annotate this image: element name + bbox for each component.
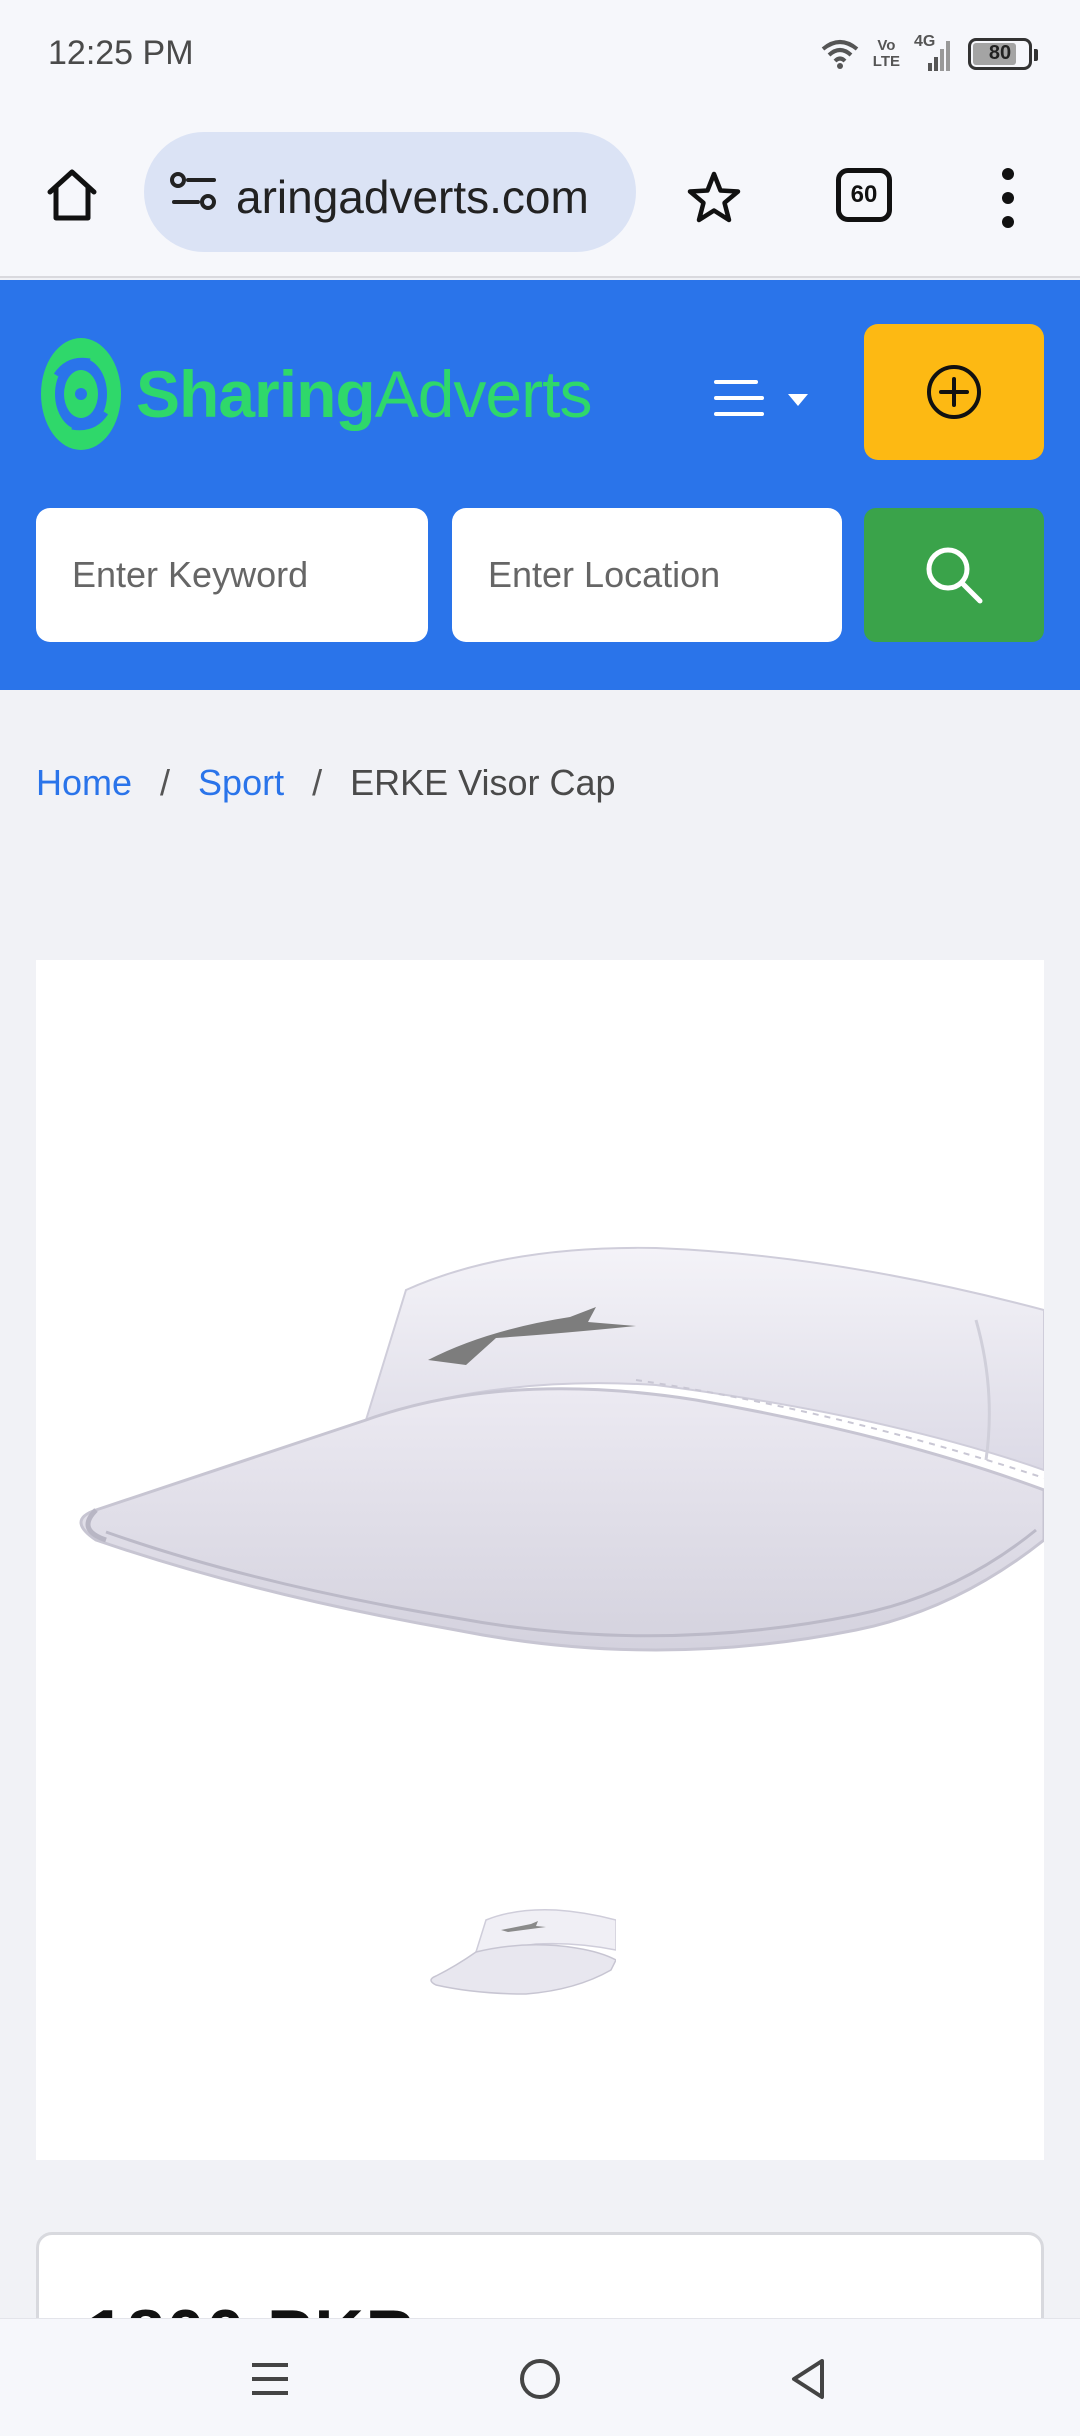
url-text[interactable]: aringadverts.com bbox=[236, 170, 589, 224]
breadcrumb: Home / Sport / ERKE Visor Cap bbox=[36, 762, 616, 804]
caret-down-icon bbox=[788, 394, 808, 406]
breadcrumb-category[interactable]: Sport bbox=[198, 762, 284, 804]
browser-toolbar: aringadverts.com 60 bbox=[0, 110, 1080, 278]
overflow-menu-icon[interactable] bbox=[990, 168, 1026, 228]
logo-icon bbox=[41, 338, 121, 450]
plus-circle-icon bbox=[927, 365, 981, 419]
breadcrumb-separator: / bbox=[312, 762, 323, 803]
home-circle-icon bbox=[520, 2359, 560, 2399]
location-placeholder: Enter Location bbox=[488, 554, 721, 595]
logo-text-bold: Sharing bbox=[136, 357, 376, 431]
battery-icon: 80 bbox=[968, 38, 1038, 70]
status-bar: 12:25 PM Vo LTE 4G 80 bbox=[0, 0, 1080, 110]
recents-button[interactable] bbox=[240, 2349, 300, 2409]
product-main-image[interactable] bbox=[36, 1210, 1044, 1850]
search-button[interactable] bbox=[864, 508, 1044, 642]
status-icons: Vo LTE 4G 80 bbox=[821, 33, 1038, 74]
battery-level: 80 bbox=[988, 42, 1012, 64]
search-icon bbox=[926, 547, 983, 604]
location-input[interactable]: Enter Location bbox=[452, 508, 842, 642]
product-gallery bbox=[36, 960, 1044, 2160]
wifi-icon bbox=[821, 40, 859, 69]
volte-indicator: Vo LTE bbox=[873, 38, 900, 70]
network-type: 4G bbox=[914, 33, 936, 50]
browser-home-button[interactable] bbox=[40, 162, 104, 226]
breadcrumb-current: ERKE Visor Cap bbox=[350, 762, 616, 803]
tab-switcher-button[interactable]: 60 bbox=[836, 168, 892, 222]
signal-icon: 4G bbox=[914, 33, 954, 73]
address-bar[interactable]: aringadverts.com bbox=[144, 132, 636, 252]
bookmark-star-icon bbox=[687, 171, 741, 223]
hamburger-icon bbox=[714, 380, 808, 416]
android-nav-bar bbox=[0, 2318, 1080, 2436]
status-time: 12:25 PM bbox=[48, 34, 194, 72]
recents-icon bbox=[252, 2363, 288, 2395]
breadcrumb-home[interactable]: Home bbox=[36, 762, 132, 804]
breadcrumb-separator: / bbox=[160, 762, 171, 803]
menu-dot bbox=[1002, 168, 1014, 180]
home-icon bbox=[47, 169, 97, 221]
site-settings-icon[interactable] bbox=[170, 170, 218, 214]
tab-count: 60 bbox=[850, 181, 878, 208]
logo-text: SharingAdverts bbox=[136, 356, 593, 432]
home-nav-button[interactable] bbox=[510, 2349, 570, 2409]
menu-dot bbox=[1002, 192, 1014, 204]
site-logo[interactable]: SharingAdverts bbox=[38, 334, 593, 454]
post-ad-button[interactable] bbox=[864, 324, 1044, 460]
site-header: SharingAdverts Enter Keyword Enter Locat… bbox=[0, 280, 1080, 690]
logo-text-light: Adverts bbox=[374, 357, 593, 431]
keyword-placeholder: Enter Keyword bbox=[72, 554, 309, 595]
nav-menu-toggle[interactable] bbox=[712, 368, 822, 428]
volte-line2: LTE bbox=[872, 53, 900, 70]
back-button[interactable] bbox=[778, 2349, 838, 2409]
keyword-input[interactable]: Enter Keyword bbox=[36, 508, 428, 642]
back-icon bbox=[792, 2359, 824, 2399]
bookmark-button[interactable] bbox=[682, 166, 746, 230]
product-thumbnail[interactable] bbox=[416, 1890, 616, 2020]
menu-dot bbox=[1002, 216, 1014, 228]
volte-line1: Vo bbox=[877, 37, 896, 54]
